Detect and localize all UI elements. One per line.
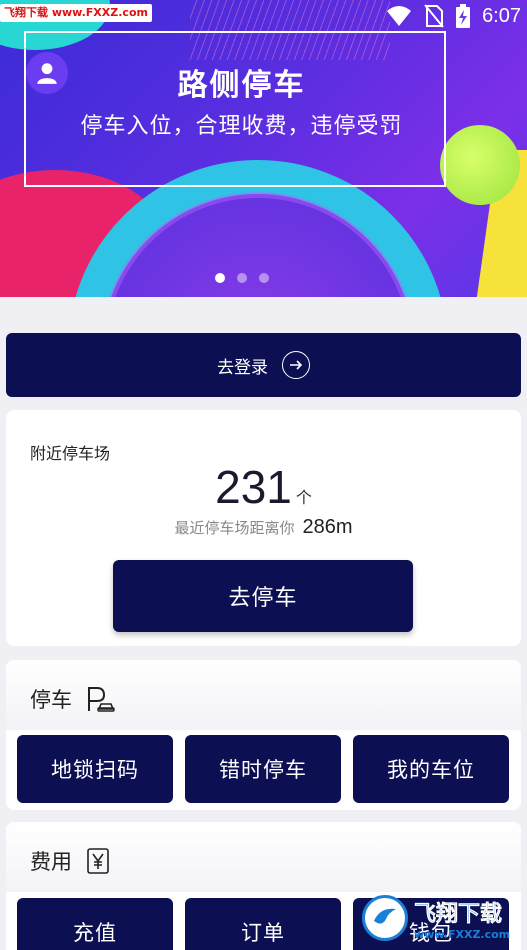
login-label: 去登录	[217, 357, 268, 378]
login-button[interactable]: 去登录	[6, 333, 521, 397]
banner-subtitle: 停车入位，合理收费，违停受罚	[80, 114, 403, 139]
parking-section: 停车 地锁扫码 错时停车 我的车位	[6, 660, 521, 810]
distance-label: 最近停车场距离你	[174, 519, 295, 537]
watermark-main: 飞翔下载	[414, 901, 503, 927]
parking-car-icon	[88, 687, 115, 712]
user-avatar[interactable]	[26, 52, 68, 94]
lock-scan-button[interactable]: 地锁扫码	[17, 735, 173, 803]
wifi-icon	[387, 6, 412, 26]
user-icon	[37, 63, 57, 84]
sim-blocked-icon	[424, 4, 444, 28]
orders-button[interactable]: 订单	[185, 898, 341, 950]
carousel-dot-3[interactable]	[258, 273, 269, 283]
clock: 6:07	[482, 4, 521, 27]
watermark-url: www.FXXZ.com	[414, 927, 511, 941]
fee-section-title: 费用	[30, 850, 72, 874]
distance-row: 最近停车场距离你 286m	[6, 516, 521, 539]
recharge-button[interactable]: 充值	[17, 898, 173, 950]
watermark-bottom: 飞翔下载 www.FXXZ.com	[356, 886, 527, 950]
carousel-dot-1[interactable]	[214, 273, 225, 283]
watermark-logo-icon	[362, 895, 408, 941]
nearby-count-row: 231 个	[6, 460, 521, 514]
yen-icon	[87, 848, 109, 874]
battery-charging-icon	[456, 4, 471, 28]
nearby-count-unit: 个	[295, 488, 312, 507]
watermark-top: 飞翔下载 www.FXXZ.com	[0, 4, 152, 22]
nearby-count: 231	[215, 461, 292, 513]
arrow-right-circle-icon	[282, 351, 310, 379]
carousel-dot-2[interactable]	[236, 273, 247, 283]
parking-section-title: 停车	[30, 688, 72, 712]
my-space-button[interactable]: 我的车位	[353, 735, 509, 803]
nearby-parking-card: 附近停车场 231 个 最近停车场距离你 286m 去停车	[6, 410, 521, 646]
status-bar: 飞翔下载 www.FXXZ.com 6:07	[0, 0, 527, 30]
carousel-indicator	[0, 273, 483, 283]
banner-carousel[interactable]: 路侧停车 停车入位，合理收费，违停受罚	[0, 0, 527, 297]
distance-value: 286m	[302, 516, 353, 538]
off-peak-parking-button[interactable]: 错时停车	[185, 735, 341, 803]
go-park-button[interactable]: 去停车	[113, 560, 413, 632]
banner-title: 路侧停车	[177, 68, 306, 103]
